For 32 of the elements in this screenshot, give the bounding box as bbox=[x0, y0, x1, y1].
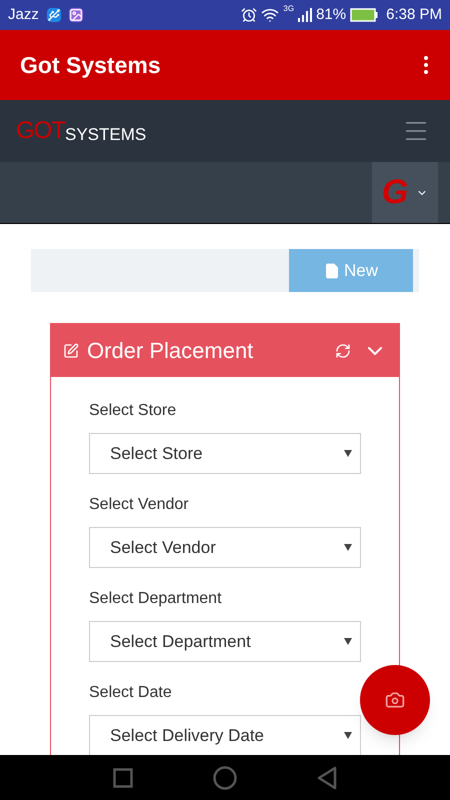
back-icon[interactable] bbox=[317, 766, 337, 790]
battery-icon bbox=[350, 8, 378, 22]
alarm-icon bbox=[241, 7, 258, 23]
field-label: Select Date bbox=[89, 683, 173, 703]
image-icon bbox=[68, 8, 83, 22]
select-field[interactable]: Select Department bbox=[89, 621, 361, 662]
circle-icon[interactable] bbox=[213, 766, 237, 790]
app-title: Got Systems bbox=[20, 50, 162, 80]
dropdown-arrow-icon bbox=[344, 638, 352, 645]
signal-icon bbox=[298, 8, 312, 22]
logo: GOTSYSTEMS bbox=[16, 116, 148, 146]
refresh-icon[interactable] bbox=[335, 342, 351, 358]
clock-text: 6:38 PM bbox=[386, 4, 442, 25]
wifi-icon bbox=[261, 6, 280, 24]
dropdown-arrow-icon bbox=[344, 732, 352, 739]
dropdown-arrow-icon bbox=[344, 450, 352, 457]
dropdown-arrow-icon bbox=[344, 544, 352, 551]
avatar-logo: G bbox=[382, 172, 408, 213]
document-icon bbox=[324, 262, 340, 278]
usb-icon bbox=[46, 8, 61, 22]
select-field[interactable]: Select Store bbox=[89, 433, 361, 474]
battery-percent: 81% bbox=[316, 4, 346, 25]
field-label: Select Vendor bbox=[89, 495, 190, 515]
panel-title: Order Placement bbox=[87, 337, 254, 365]
carrier-text: Jazz bbox=[8, 4, 39, 25]
network-text: 3G bbox=[283, 3, 294, 15]
select-field[interactable]: Select Vendor bbox=[89, 527, 361, 568]
square-icon[interactable] bbox=[113, 768, 133, 788]
field-label: Select Department bbox=[89, 589, 223, 609]
camera-icon bbox=[385, 690, 405, 710]
field-label: Select Store bbox=[89, 401, 178, 421]
edit-icon bbox=[63, 342, 79, 358]
